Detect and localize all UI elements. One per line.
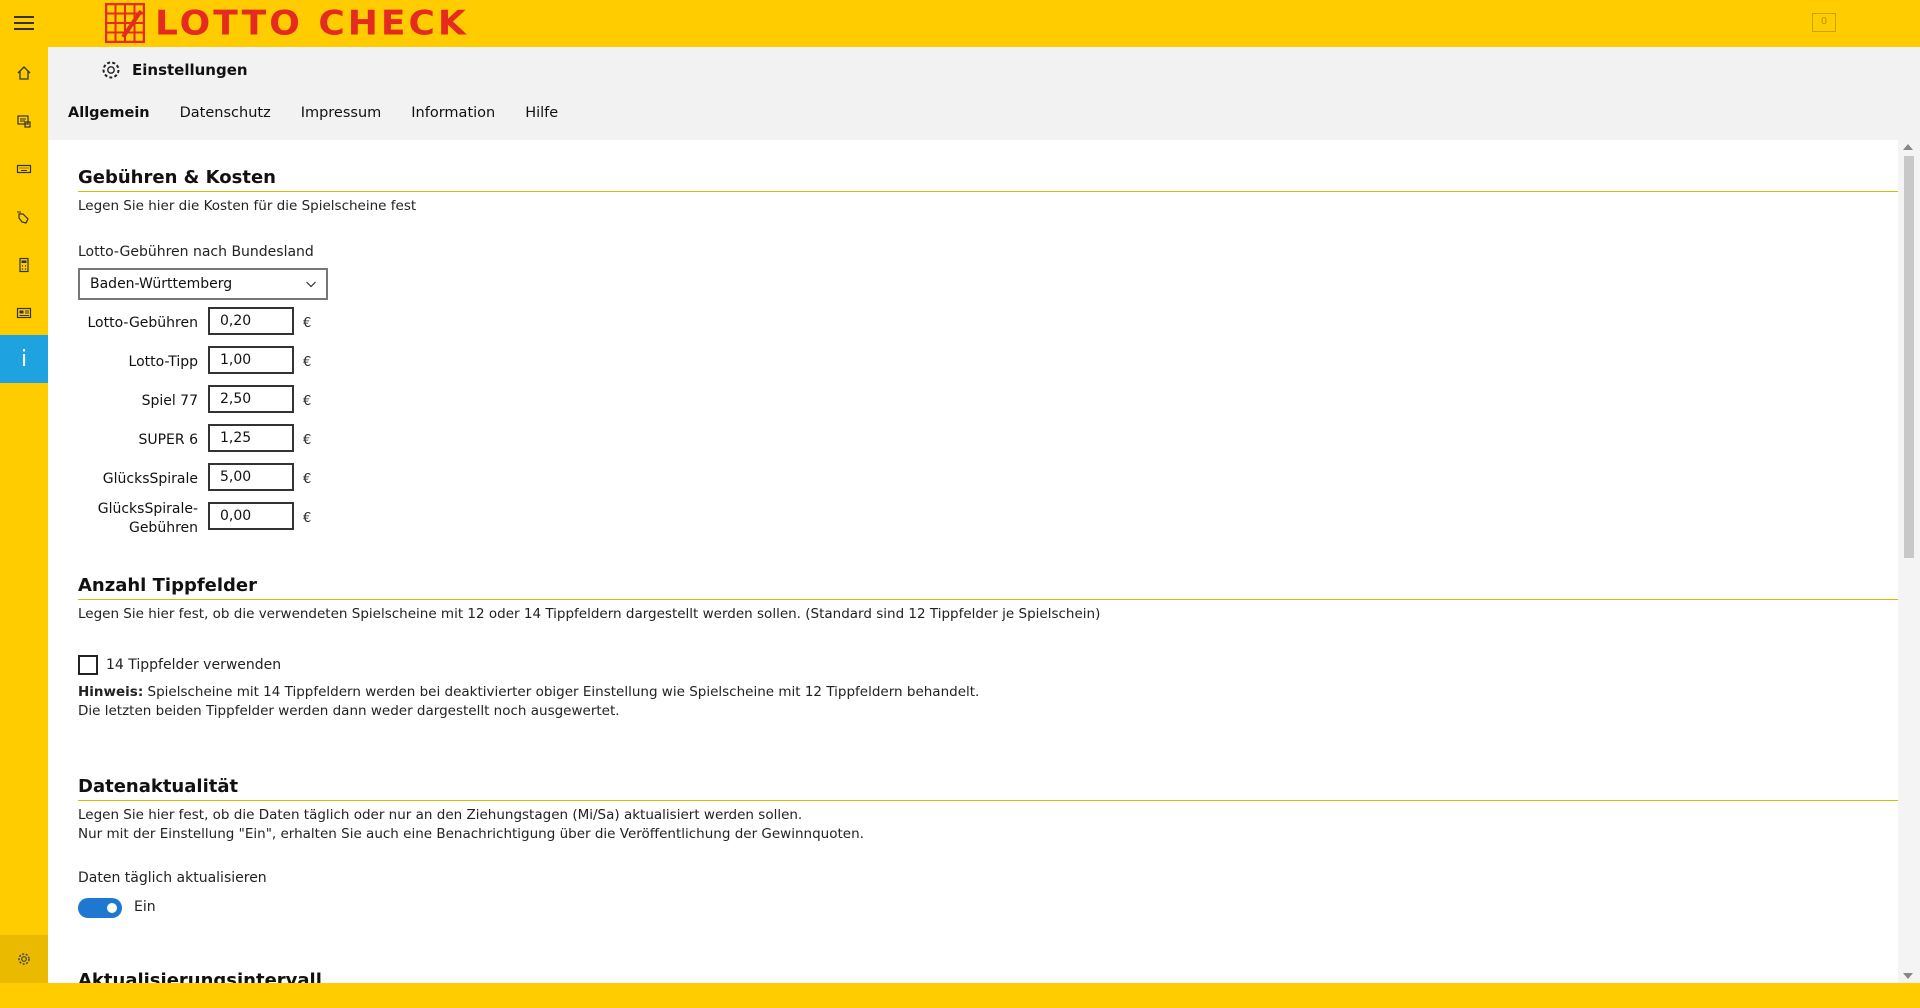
notification-badge-icon[interactable]: 0 (1812, 13, 1836, 32)
toggle-state: Ein (134, 899, 156, 915)
ticket-scan-icon (17, 115, 31, 128)
hint-text: Spielscheine mit 14 Tippfeldern werden b… (147, 684, 980, 700)
page-title: Einstellungen (100, 59, 248, 81)
label-lotto-tipp: Lotto-Tipp (128, 354, 198, 370)
section-divider (78, 800, 1898, 801)
section-divider (78, 191, 1898, 192)
toggle-label: Daten täglich aktualisieren (78, 870, 267, 886)
gear-icon (18, 953, 30, 965)
label-line: GlücksSpirale- (97, 501, 198, 517)
info-icon: i (20, 346, 28, 372)
tippfelder-checkbox[interactable] (78, 655, 98, 675)
settings-content: Gebühren & Kosten Legen Sie hier die Kos… (48, 140, 1898, 983)
state-label: Lotto-Gebühren nach Bundesland (78, 244, 314, 260)
super-6-input[interactable] (208, 424, 294, 452)
news-card-icon (16, 307, 32, 319)
sidebar-item-tickets[interactable] (0, 97, 48, 145)
euro-unit: € (303, 394, 312, 409)
label-line: Gebühren (128, 520, 198, 536)
vertical-scrollbar[interactable] (1898, 140, 1920, 983)
bottom-bar (0, 983, 1920, 1008)
gluecksspirale-input[interactable] (208, 463, 294, 491)
section-title-tippfelder: Anzahl Tippfelder (78, 575, 258, 596)
section-title-datenaktualitaet: Datenaktualität (78, 776, 239, 797)
datenaktualitaet-description: Legen Sie hier fest, ob die Daten täglic… (78, 806, 864, 844)
label-gluecksspirale-gebuehren: GlücksSpirale- Gebühren (48, 500, 198, 538)
section-title-interval: Aktualisierungsintervall (78, 970, 322, 983)
hand-touch-icon (17, 211, 29, 224)
tab-information[interactable]: Information (411, 105, 495, 121)
lotto-tipp-input[interactable] (208, 346, 294, 374)
tab-hilfe[interactable]: Hilfe (525, 105, 558, 121)
settings-gear-icon (102, 61, 120, 79)
sidebar-item-settings[interactable] (0, 935, 48, 983)
description-line: Nur mit der Einstellung "Ein", erhalten … (78, 826, 864, 842)
sidebar-item-calculator[interactable] (0, 241, 48, 289)
section-divider (78, 599, 1898, 600)
hint-label: Hinweis: (78, 684, 144, 700)
state-select-value: Baden-Württemberg (90, 276, 233, 292)
page-header: Einstellungen Allgemein Datenschutz Impr… (48, 47, 1920, 140)
tab-impressum[interactable]: Impressum (301, 105, 382, 121)
top-bar: LOTTO CHECK 0 (0, 0, 1920, 47)
scroll-thumb[interactable] (1904, 156, 1914, 558)
description-line: Legen Sie hier fest, ob die Daten täglic… (78, 807, 803, 823)
tippfelder-checkbox-label: 14 Tippfelder verwenden (106, 657, 282, 673)
toggle-knob (107, 903, 117, 913)
app-title: LOTTO CHECK (155, 3, 469, 43)
tab-bar: Allgemein Datenschutz Impressum Informat… (68, 105, 588, 121)
calculator-icon (19, 257, 29, 273)
scroll-down-arrow-icon[interactable] (1903, 973, 1913, 979)
keyboard-icon (16, 164, 32, 174)
euro-unit: € (303, 355, 312, 370)
hint-text: Die letzten beiden Tippfelder werden dan… (78, 703, 620, 719)
chevron-down-icon (306, 281, 316, 288)
tab-datenschutz[interactable]: Datenschutz (180, 105, 271, 121)
euro-unit: € (303, 433, 312, 448)
hamburger-menu-icon[interactable] (14, 16, 34, 32)
label-super-6: SUPER 6 (138, 432, 198, 448)
fees-description: Legen Sie hier die Kosten für die Spiels… (78, 198, 417, 214)
tippfelder-hint: Hinweis: Spielscheine mit 14 Tippfeldern… (78, 683, 979, 721)
spiel-77-input[interactable] (208, 385, 294, 413)
tippfelder-description: Legen Sie hier fest, ob die verwendeten … (78, 606, 1101, 622)
tab-allgemein[interactable]: Allgemein (68, 105, 150, 121)
section-title-fees: Gebühren & Kosten (78, 167, 276, 188)
sidebar-item-info[interactable]: i (0, 335, 48, 383)
lotto-grid-logo-icon (105, 3, 145, 43)
app-logo: LOTTO CHECK (105, 2, 469, 44)
gluecksspirale-gebuehren-input[interactable] (208, 502, 294, 530)
sidebar-item-home[interactable] (0, 49, 48, 97)
daily-update-toggle[interactable] (78, 898, 122, 918)
label-spiel-77: Spiel 77 (141, 393, 198, 409)
euro-unit: € (303, 316, 312, 331)
page-title-text: Einstellungen (132, 61, 248, 79)
euro-unit: € (303, 472, 312, 487)
sidebar: i (0, 47, 48, 983)
label-lotto-gebuehren: Lotto-Gebühren (87, 315, 198, 331)
scroll-up-arrow-icon[interactable] (1903, 144, 1913, 150)
sidebar-item-touch[interactable] (0, 193, 48, 241)
home-icon (17, 66, 31, 80)
sidebar-item-results[interactable] (0, 289, 48, 337)
state-select[interactable]: Baden-Württemberg (78, 268, 328, 300)
sidebar-item-keyboard[interactable] (0, 145, 48, 193)
euro-unit: € (303, 511, 312, 526)
lotto-gebuehren-input[interactable] (208, 307, 294, 335)
label-gluecksspirale: GlücksSpirale (102, 471, 198, 487)
